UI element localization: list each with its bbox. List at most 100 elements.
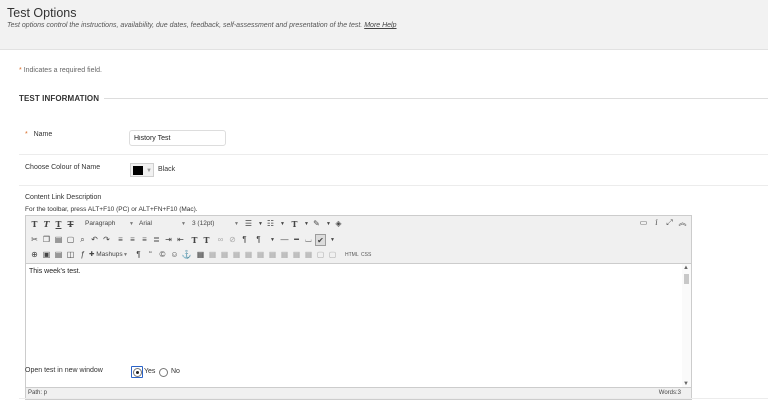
- emoticon-icon[interactable]: ☺: [169, 249, 180, 261]
- collapse-toolbar-icon[interactable]: ︽: [677, 217, 688, 229]
- insert-media-icon[interactable]: ▤: [53, 249, 64, 261]
- subscript-icon[interactable]: T: [201, 234, 212, 246]
- name-label: * Name: [25, 131, 52, 138]
- scroll-thumb[interactable]: [684, 274, 689, 284]
- more-help-link[interactable]: More Help: [364, 22, 396, 29]
- align-justify-icon[interactable]: ≣: [151, 234, 162, 246]
- insert-image-icon[interactable]: ▣: [41, 249, 52, 261]
- redo-icon[interactable]: ↷: [101, 234, 112, 246]
- row-divider: [19, 398, 768, 399]
- table-properties-icon[interactable]: ▦: [207, 249, 218, 261]
- name-input[interactable]: [129, 130, 226, 146]
- copy-icon[interactable]: ❐: [41, 234, 52, 246]
- font-select[interactable]: Arial ▼: [139, 218, 187, 230]
- copyright-icon[interactable]: ©: [157, 249, 168, 261]
- chevron-down-icon[interactable]: ▼: [267, 234, 278, 246]
- delete-column-icon[interactable]: ▦: [279, 249, 290, 261]
- name-label-text: Name: [33, 131, 53, 138]
- format-select-value: Paragraph: [85, 220, 116, 227]
- outdent-icon[interactable]: ⇤: [175, 234, 186, 246]
- horizontal-rule-icon[interactable]: —: [279, 234, 290, 246]
- align-left-icon[interactable]: ≡: [115, 234, 126, 246]
- align-center-icon[interactable]: ≡: [127, 234, 138, 246]
- radio-no[interactable]: [159, 368, 168, 377]
- toolbar-help-text: For the toolbar, press ALT+F10 (PC) or A…: [25, 206, 198, 213]
- colour-picker-button[interactable]: ▼: [130, 163, 154, 177]
- css-button[interactable]: CSS: [361, 249, 371, 261]
- insert-column-icon[interactable]: ▦: [267, 249, 278, 261]
- nonbreaking-space-icon[interactable]: ⌴: [303, 234, 314, 246]
- insert-table-icon[interactable]: ▦: [195, 249, 206, 261]
- text-style-icon[interactable]: T: [289, 218, 300, 230]
- preview-icon[interactable]: ▭: [638, 217, 649, 229]
- element-path: Path: p: [28, 390, 48, 396]
- colour-name: Black: [158, 166, 176, 173]
- paragraph-rtl-icon[interactable]: ¶: [253, 234, 264, 246]
- editor-content-area[interactable]: This week's test. ▲ ▼: [26, 264, 691, 387]
- blockquote-icon[interactable]: “: [145, 249, 156, 261]
- text-bold-icon[interactable]: T: [29, 218, 40, 230]
- format-select[interactable]: Paragraph ▼: [85, 218, 135, 230]
- page-subtitle-text: Test options control the instructions, a…: [7, 22, 363, 29]
- radio-no-label[interactable]: No: [171, 368, 180, 375]
- spellcheck-icon[interactable]: ✔: [315, 234, 326, 246]
- size-select-value: 3 (12pt): [192, 220, 215, 227]
- paragraph-ltr-icon[interactable]: ¶: [239, 234, 250, 246]
- chevron-down-icon: ▼: [234, 221, 239, 227]
- paste-text-icon[interactable]: ▢: [65, 234, 76, 246]
- mashups-select[interactable]: ✚ Mashups ▼: [89, 249, 129, 261]
- row-divider: [19, 185, 768, 186]
- table-row-icon[interactable]: ▦: [219, 249, 230, 261]
- math-formula-icon[interactable]: ƒ: [77, 249, 88, 261]
- insert-row-icon[interactable]: ▦: [243, 249, 254, 261]
- pilcrow-icon[interactable]: ¶: [133, 249, 144, 261]
- chevron-down-icon: ▼: [129, 221, 134, 227]
- numbered-list-icon[interactable]: ☷: [265, 218, 276, 230]
- toolbar-row-3: ⊕ ▣ ▤ ◫ ƒ ✚ Mashups ▼ ¶ “ © ☺ ⚓ ▦ ▦ ▦ ▦: [27, 248, 647, 263]
- mashups-icon: ✚: [89, 251, 95, 258]
- word-count: Words:3: [658, 390, 681, 396]
- split-cell-icon[interactable]: ▦: [291, 249, 302, 261]
- editor-text[interactable]: This week's test.: [29, 268, 81, 275]
- superscript-icon[interactable]: T: [189, 234, 200, 246]
- indent-icon[interactable]: ⇥: [163, 234, 174, 246]
- fullscreen-icon[interactable]: ⤢: [664, 217, 675, 229]
- align-right-icon[interactable]: ≡: [139, 234, 150, 246]
- row-divider: [19, 154, 768, 155]
- unlink-icon[interactable]: ⊘: [227, 234, 238, 246]
- cut-icon[interactable]: ✂: [29, 234, 40, 246]
- radio-yes[interactable]: [133, 368, 142, 377]
- html-button[interactable]: HTML: [345, 249, 359, 261]
- editor-scrollbar[interactable]: ▲ ▼: [682, 264, 691, 387]
- delete-row-icon[interactable]: ▦: [255, 249, 266, 261]
- info-icon[interactable]: i: [651, 217, 662, 229]
- eraser-icon[interactable]: ◈: [333, 218, 344, 230]
- search-icon[interactable]: ⌕: [77, 234, 88, 246]
- attach-file-icon[interactable]: ⊕: [29, 249, 40, 261]
- chevron-down-icon[interactable]: ▼: [327, 234, 338, 246]
- insert-object-icon[interactable]: ◫: [65, 249, 76, 261]
- link-icon[interactable]: ∞: [215, 234, 226, 246]
- table-cell-icon[interactable]: ▦: [231, 249, 242, 261]
- chevron-down-icon[interactable]: ▼: [277, 218, 288, 230]
- anchor-icon[interactable]: ⚓: [181, 249, 192, 261]
- text-strikethrough-icon[interactable]: T: [65, 218, 76, 230]
- size-select[interactable]: 3 (12pt) ▼: [192, 218, 240, 230]
- radio-yes-label[interactable]: Yes: [144, 368, 155, 375]
- merge-cell-icon[interactable]: ▦: [303, 249, 314, 261]
- table-paste-icon[interactable]: ▢: [327, 249, 338, 261]
- chevron-down-icon: ▼: [146, 168, 152, 174]
- description-label: Content Link Description: [25, 194, 102, 201]
- bullet-list-icon[interactable]: ☰: [243, 218, 254, 230]
- table-cut-icon[interactable]: ▢: [315, 249, 326, 261]
- text-underline-icon[interactable]: T: [53, 218, 64, 230]
- text-italic-icon[interactable]: T: [41, 218, 52, 230]
- thick-rule-icon[interactable]: ━: [291, 234, 302, 246]
- form-content: * Indicates a required field. TEST INFOR…: [0, 50, 768, 401]
- undo-icon[interactable]: ↶: [89, 234, 100, 246]
- page-subtitle: Test options control the instructions, a…: [7, 22, 397, 29]
- chevron-up-icon[interactable]: ▲: [683, 265, 689, 271]
- font-select-value: Arial: [139, 220, 153, 227]
- highlighter-icon[interactable]: ✎: [311, 218, 322, 230]
- paste-icon[interactable]: ▤: [53, 234, 64, 246]
